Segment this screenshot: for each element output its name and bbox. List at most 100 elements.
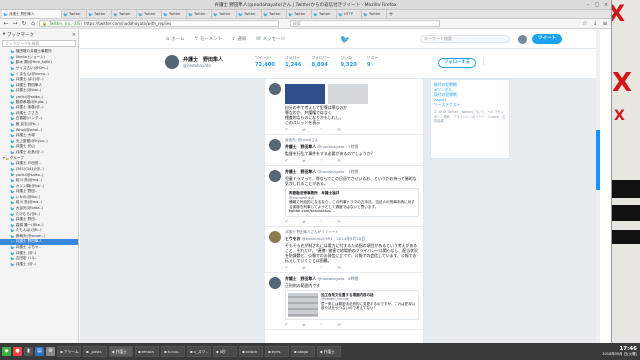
bookmark-item[interactable]: 🐦 弁護士 (@..) (0, 262, 78, 268)
tweet-avatar[interactable] (269, 276, 281, 289)
tweet-avatar[interactable] (269, 83, 281, 95)
profile-stat[interactable]: フォロワー 8,894 (311, 55, 330, 68)
browser-tab[interactable]: 🐦 Twitter (312, 10, 337, 18)
message-icon[interactable]: ✉ (337, 322, 340, 327)
taskbar-task[interactable]: ▪ 弁護士 (109, 346, 133, 357)
home-icon[interactable]: ⌂ (30, 20, 36, 27)
settings-launcher-icon[interactable]: ⚙ (46, 347, 55, 356)
taskbar-task[interactable]: ▪ 5秒 (213, 346, 237, 357)
like-icon[interactable]: ♡ (320, 158, 324, 163)
tweet[interactable]: 弁護士 野田隼人 @nodahayato · 8時間 正刑例の範囲内です 加工食見文… (265, 273, 423, 330)
desktop-terminal-1[interactable] (612, 180, 640, 198)
trend-link[interactable]: ソーステクスト (434, 102, 506, 107)
like-icon[interactable]: ♡ (320, 265, 324, 270)
retweet-icon[interactable]: ⇄ (302, 219, 305, 224)
tweet[interactable]: 弁護士 野田隼人さんがリツイート ヒウをお @hoohimo1991 · 2014… (265, 227, 423, 273)
bookmark-star-icon[interactable]: ☆ (582, 20, 588, 27)
tweet-avatar[interactable] (269, 139, 281, 151)
browser-tab[interactable]: 🐦 Twitter (262, 10, 287, 18)
retweet-icon[interactable]: ⇄ (302, 322, 305, 327)
reply-icon[interactable]: ↶ (285, 265, 288, 270)
reply-icon[interactable]: ↶ (285, 219, 288, 224)
tweet[interactable]: 返信先: @hidoriさん 弁護士 野田隼人 @nodahayato · 7時間… (265, 135, 423, 166)
taskbar-task[interactable]: ▪ h-cou.. (161, 346, 185, 357)
url-bar[interactable]: 🔒 Twitter, Inc. (US) https://twitter.com… (39, 20, 279, 27)
browser-tab[interactable]: 🐦 HTTP (337, 10, 362, 18)
browser-tab[interactable]: 🐦 Twitter (62, 10, 87, 18)
browser-tab[interactable]: 🐦 弁護士 野田隼人 (2, 10, 62, 18)
quoted-tweet[interactable]: 肉筋融法律事務所 弁護士福井 @narrowfukui 通報で対話的になるなら、この… (285, 188, 419, 217)
reload-icon[interactable]: ↻ (21, 20, 27, 27)
maximize-icon[interactable]: □ (594, 2, 600, 8)
twitter-search-input[interactable]: キーワード検索 (420, 35, 510, 43)
taskbar-task[interactable]: ▪ eyes (265, 346, 289, 357)
like-icon[interactable]: ♡ (320, 219, 324, 224)
menu-icon[interactable]: ≡ (602, 20, 608, 27)
browser-tab[interactable]: 🐦 Twitter (237, 10, 262, 18)
browser-tab[interactable]: 🐦 Twitter (137, 10, 162, 18)
reply-icon[interactable]: ↶ (285, 158, 288, 163)
scroll-thumb[interactable] (596, 130, 600, 190)
message-icon[interactable]: ✉ (337, 265, 340, 270)
taskbar-task[interactable]: ▪ 弁護士 (317, 346, 341, 357)
minimize-icon[interactable]: – (585, 2, 591, 8)
app-menu-icon[interactable]: ◆ (2, 347, 11, 356)
reply-icon[interactable]: ↶ (285, 127, 288, 132)
tweet-author-name[interactable]: 弁護士 野田隼人 (285, 144, 316, 149)
close-icon[interactable]: × (603, 2, 609, 8)
window-titlebar[interactable]: 弁護士 野田隼人(@nodahayato)さん | Twitterからの返信付き… (0, 0, 611, 10)
new-tab-icon[interactable]: + (387, 11, 395, 18)
browser-tab[interactable]: 🐦 Twitter (212, 10, 237, 18)
search-input[interactable]: 検索 (290, 20, 440, 27)
profile-stat[interactable]: リスト 9 (367, 55, 378, 68)
tweet-avatar[interactable] (269, 230, 281, 243)
tweet-image[interactable] (285, 84, 325, 104)
nav-moments[interactable]: ϟ モーメント (195, 36, 223, 42)
browser-tab[interactable]: 🐦 Twitter (187, 10, 212, 18)
bookmark-search-input[interactable]: ブックマークを検索 (2, 40, 76, 47)
tweet-media[interactable] (285, 84, 419, 104)
message-icon[interactable]: ✉ (337, 127, 340, 132)
taskbar-task[interactable]: ▪ xlogo (291, 346, 315, 357)
firefox-launcher-icon[interactable]: ● (13, 347, 22, 356)
tweet[interactable]: 自分の中で考えして犯罪は罪なのか 罪なのか、弁護権ではなく 捜査的なものになりか… (265, 79, 423, 135)
profile-name[interactable]: 弁護士 野田隼人 (183, 56, 223, 63)
sidebar-header[interactable]: ★ ブックマーク × (0, 30, 78, 39)
browser-tab[interactable]: 🐦 Twitter (287, 10, 312, 18)
retweet-icon[interactable]: ⇄ (302, 265, 305, 270)
profile-stat[interactable]: フォロー 1,246 (285, 55, 301, 68)
forward-icon[interactable]: → (12, 20, 18, 27)
browser-tab[interactable]: 🐦 Twitter (87, 10, 112, 18)
tweet-avatar[interactable] (269, 170, 281, 182)
taskbar-task[interactable]: ▪ xclock (239, 346, 263, 357)
browser-tab[interactable]: 🐦 Twitter (162, 10, 187, 18)
link-card[interactable]: 加工食見文化置する場面内容の話 @sasaki_connie 意一条には親密法必然的… (285, 289, 419, 320)
nav-home[interactable]: ⌂ ホーム (166, 36, 185, 42)
more-options-icon[interactable]: ⋮ (481, 60, 486, 66)
retweet-icon[interactable]: ⇄ (302, 127, 305, 132)
scrollbar[interactable] (596, 30, 600, 343)
tweet-image[interactable] (328, 84, 368, 104)
browser-tab[interactable]: 🐦 Twitter (362, 10, 387, 18)
close-icon[interactable]: × (72, 32, 76, 38)
profile-stat[interactable]: ツイート 72,400 (255, 55, 275, 68)
twitter-bird-icon[interactable]: 🐦 (340, 35, 350, 44)
message-icon[interactable]: ✉ (337, 158, 340, 163)
like-icon[interactable]: ♡ (320, 127, 324, 132)
follow-button[interactable]: フォローする (438, 58, 476, 68)
taskbar-task[interactable]: ▪ x_スク.. (187, 346, 211, 357)
browser-tab[interactable]: 🐦 Twitter (112, 10, 137, 18)
like-icon[interactable]: ♡ (320, 322, 324, 327)
tweet[interactable]: 弁護士 野田隼人 @nodahayato · 7時間 児童ドラマって、帰ならでこの… (265, 166, 423, 227)
profile-stat[interactable]: いいね 9,320 (340, 55, 356, 68)
retweet-icon[interactable]: ⇄ (302, 158, 305, 163)
clock[interactable]: 17:46 2018年09月 日(火曜) (602, 346, 637, 357)
message-icon[interactable]: ✉ (337, 219, 340, 224)
tweet-author-name[interactable]: 弁護士 野田隼人 (285, 276, 316, 281)
tweet-author-name[interactable]: 弁護士 野田隼人 (285, 169, 316, 174)
desktop-terminal-3[interactable] (612, 230, 640, 244)
tweet-author-name[interactable]: ヒウをお (285, 236, 301, 241)
taskbar-task[interactable]: ▪ emacs (135, 346, 159, 357)
profile-avatar[interactable] (164, 54, 180, 70)
nav-messages[interactable]: ✉ メッセージ (256, 36, 285, 42)
